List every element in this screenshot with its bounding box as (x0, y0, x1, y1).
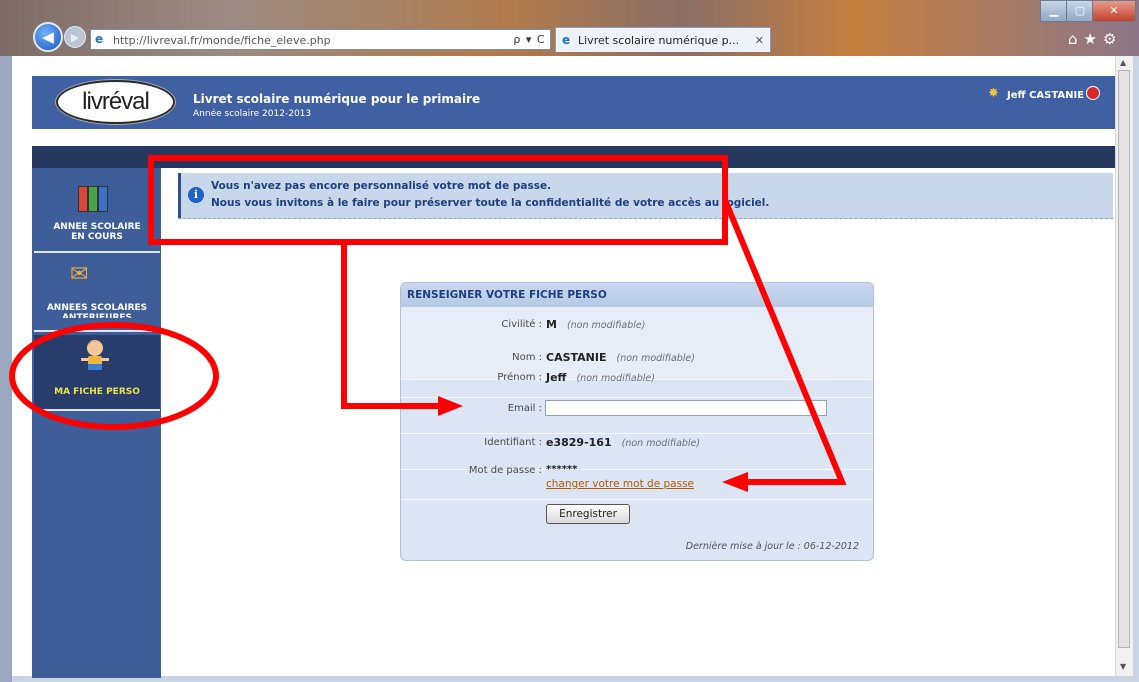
minimize-button[interactable]: ▁ (1040, 0, 1068, 22)
tab-livret[interactable]: e Livret scolaire numérique p... ✕ (555, 27, 771, 52)
prenom-value: Jeff (non modifiable) (546, 371, 655, 384)
civilite-value: M (non modifiable) (546, 318, 646, 331)
browser-window: ◀ ▶ e http://livreval.fr/monde/fiche_ele… (0, 0, 1139, 682)
form-title: RENSEIGNER VOTRE FICHE PERSO (407, 289, 607, 301)
school-year: Année scolaire 2012-2013 (193, 109, 312, 119)
tab-title[interactable]: Livret scolaire numérique p... (578, 34, 739, 47)
ie-page-icon: e (95, 32, 104, 46)
window-frame (0, 56, 12, 682)
ie-tab-icon: e (562, 33, 571, 47)
books-icon (78, 186, 108, 212)
scroll-down-icon[interactable]: ▼ (1120, 662, 1126, 671)
back-button[interactable]: ◀ (33, 22, 63, 52)
vertical-scrollbar[interactable]: ▲ ▼ (1115, 56, 1133, 676)
sidebar-divider (34, 251, 160, 253)
sidebar-item-label: EN COURS (71, 232, 123, 242)
sidebar-item-label: MA FICHE PERSO (54, 387, 140, 397)
notice-line2: Nous vous invitons à le faire pour prése… (211, 197, 770, 209)
identifiant-note: (non modifiable) (621, 438, 701, 449)
maximize-button[interactable]: ▢ (1066, 0, 1094, 22)
save-button[interactable]: Enregistrer (546, 504, 630, 524)
civilite-label: Civilité : (501, 319, 542, 330)
close-window-button[interactable]: ✕ (1092, 0, 1136, 22)
email-label: Email : (507, 403, 542, 414)
user-icon: ✸ (988, 86, 999, 101)
address-controls[interactable]: ρ ▾ C ✕ (508, 29, 551, 67)
address-bar[interactable]: e http://livreval.fr/monde/fiche_eleve.p… (90, 29, 551, 50)
password-label: Mot de passe : (468, 465, 542, 476)
password-value: ****** (546, 464, 578, 475)
user-name[interactable]: Jeff CASTANIE (1007, 90, 1084, 101)
forward-button[interactable]: ▶ (64, 26, 86, 48)
prenom-label: Prénom : (497, 372, 542, 383)
sidebar-divider (34, 330, 160, 332)
sidebar-item-label: ANNEE SCOLAIRE (53, 222, 141, 232)
last-update: Dernière mise à jour le : 06-12-2012 (685, 541, 859, 552)
sidebar-item-label: ANNEES SCOLAIRES (46, 303, 148, 313)
notice-line1: Vous n'avez pas encore personnalisé votr… (211, 180, 552, 192)
site-title: Livret scolaire numérique pour le primai… (193, 92, 481, 106)
address-url[interactable]: http://livreval.fr/monde/fiche_eleve.php (113, 34, 331, 47)
documents-icon: ✉ (70, 262, 89, 287)
scrollbar-thumb[interactable] (1118, 70, 1130, 648)
prenom-row: Prénom : Jeff (non modifiable) (401, 361, 873, 398)
password-notice: i Vous n'avez pas encore personnalisé vo… (178, 173, 1113, 219)
prenom-note: (non modifiable) (576, 373, 655, 384)
info-icon: i (188, 187, 204, 203)
child-icon (81, 340, 109, 370)
civilite-note: (non modifiable) (566, 320, 646, 331)
notice-accent (178, 173, 181, 218)
sidebar-divider (34, 409, 160, 411)
email-field[interactable] (545, 400, 827, 416)
sidebar-item-label: ANTERIEURES (61, 313, 133, 318)
civilite-row: Civilité : M (non modifiable) (401, 307, 873, 344)
scroll-up-icon[interactable]: ▲ (1120, 58, 1126, 67)
toolbar-icons[interactable]: ⌂★⚙ (1068, 30, 1122, 48)
fiche-perso-form: RENSEIGNER VOTRE FICHE PERSO Civilité : … (400, 282, 874, 561)
tab-close-icon[interactable]: ✕ (755, 28, 764, 52)
nav-bar (32, 146, 1115, 168)
sidebar (32, 168, 161, 678)
identifiant-value: e3829-161 (non modifiable) (546, 436, 701, 449)
livreval-logo[interactable]: livréval (56, 80, 175, 124)
logout-icon[interactable] (1086, 86, 1100, 100)
change-password-link[interactable]: changer votre mot de passe (546, 478, 694, 490)
identifiant-label: Identifiant : (484, 437, 542, 448)
